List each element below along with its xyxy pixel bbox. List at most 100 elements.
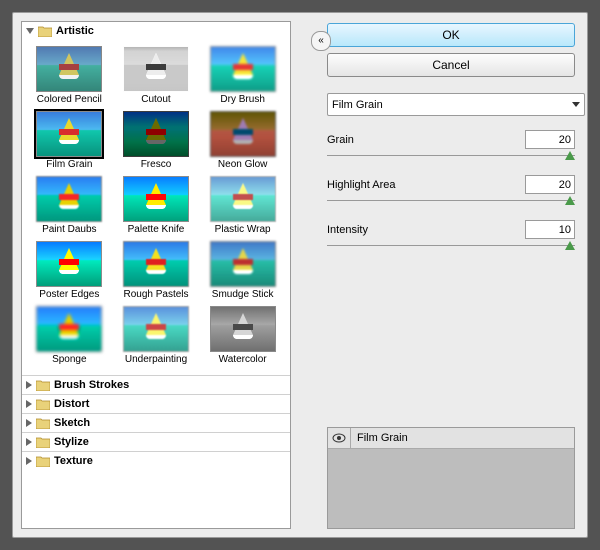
chevron-right-icon [26,457,32,465]
sail-shape [146,53,166,75]
boat-shape [146,270,166,274]
boat-shape [233,140,253,144]
category-label: Brush Strokes [54,379,129,391]
chevron-right-icon [26,400,32,408]
filter-thumb-cutout[interactable]: Cutout [115,44,198,107]
sail-shape [146,313,166,335]
boat-shape [233,205,253,209]
chevron-right-icon [26,438,32,446]
chevron-right-icon [26,381,32,389]
thumb-label: Sponge [52,354,86,365]
sail-shape [233,118,253,140]
param-label: Highlight Area [327,179,396,191]
effect-layer-row[interactable]: Film Grain [328,428,574,449]
filter-thumb-paint-daubs[interactable]: Paint Daubs [28,174,111,237]
eye-icon [332,433,346,443]
category-label: Artistic [56,25,94,37]
filter-thumb-smudge-stick[interactable]: Smudge Stick [201,239,284,302]
folder-icon [36,437,50,448]
filter-thumbnails-grid: Colored PencilCutoutDry Brush Film Grain F… [22,40,290,375]
thumb-label: Watercolor [219,354,267,365]
filter-thumb-colored-pencil[interactable]: Colored Pencil [28,44,111,107]
filter-thumb-sponge[interactable]: Sponge [28,304,111,367]
category-label: Stylize [54,436,89,448]
boat-shape [59,205,79,209]
boat-shape [146,335,166,339]
sail-shape [146,183,166,205]
thumb-preview [36,46,102,92]
folder-icon [36,380,50,391]
thumb-preview [123,111,189,157]
chevron-down-icon [572,102,580,107]
param-label: Intensity [327,224,368,236]
category-artistic[interactable]: Artistic [22,22,290,40]
param-input[interactable] [525,130,575,149]
thumb-preview [36,111,102,157]
boat-shape [146,75,166,79]
boat-shape [59,335,79,339]
cancel-button[interactable]: Cancel [327,53,575,77]
boat-shape [233,270,253,274]
sail-shape [233,248,253,270]
slider-thumb[interactable] [565,241,575,250]
filter-thumb-dry-brush[interactable]: Dry Brush [201,44,284,107]
category-brush-strokes[interactable]: Brush Strokes [22,375,290,394]
category-sketch[interactable]: Sketch [22,413,290,432]
boat-shape [59,140,79,144]
filter-tree: Artistic Colored PencilCutoutDry Brush Fi… [21,21,291,529]
filter-thumb-poster-edges[interactable]: Poster Edges [28,239,111,302]
boat-shape [146,140,166,144]
filter-thumb-palette-knife[interactable]: Palette Knife [115,174,198,237]
filter-thumb-watercolor[interactable]: Watercolor [201,304,284,367]
category-distort[interactable]: Distort [22,394,290,413]
collapse-icon: « [318,36,324,46]
sail-shape [146,118,166,140]
param-slider[interactable] [327,196,575,206]
thumb-preview [210,176,276,222]
slider-track [327,200,575,201]
thumb-preview [36,241,102,287]
sail-shape [59,53,79,75]
slider-thumb[interactable] [565,196,575,205]
thumb-preview [123,46,189,92]
thumb-preview [123,241,189,287]
folder-icon [36,456,50,467]
visibility-toggle[interactable] [328,428,351,448]
thumb-label: Neon Glow [218,159,267,170]
thumb-label: Film Grain [46,159,92,170]
param-label: Grain [327,134,354,146]
param-slider[interactable] [327,151,575,161]
filter-categories-panel: Artistic Colored PencilCutoutDry Brush Fi… [21,21,291,529]
param-slider[interactable] [327,241,575,251]
boat-shape [233,75,253,79]
slider-thumb[interactable] [565,151,575,160]
ok-button[interactable]: OK [327,23,575,47]
filter-thumb-plastic-wrap[interactable]: Plastic Wrap [201,174,284,237]
slider-track [327,155,575,156]
filter-gallery-dialog: Artistic Colored PencilCutoutDry Brush Fi… [12,12,588,538]
slider-track [327,245,575,246]
filter-thumb-rough-pastels[interactable]: Rough Pastels [115,239,198,302]
filter-thumb-film-grain[interactable]: Film Grain [28,109,111,172]
boat-shape [59,75,79,79]
thumb-preview [210,111,276,157]
boat-shape [146,205,166,209]
param-grain: Grain [327,130,575,161]
collapse-button[interactable]: « [311,31,331,51]
param-input[interactable] [525,175,575,194]
filter-dropdown[interactable]: Film Grain [327,93,585,116]
category-label: Texture [54,455,93,467]
filter-thumb-neon-glow[interactable]: Neon Glow [201,109,284,172]
sail-shape [233,53,253,75]
thumb-preview [36,306,102,352]
folder-icon [36,418,50,429]
thumb-preview [123,306,189,352]
category-texture[interactable]: Texture [22,451,290,470]
filter-thumb-underpainting[interactable]: Underpainting [115,304,198,367]
category-stylize[interactable]: Stylize [22,432,290,451]
sail-shape [233,183,253,205]
thumb-label: Paint Daubs [42,224,96,235]
filter-thumb-fresco[interactable]: Fresco [115,109,198,172]
param-input[interactable] [525,220,575,239]
boat-shape [59,270,79,274]
